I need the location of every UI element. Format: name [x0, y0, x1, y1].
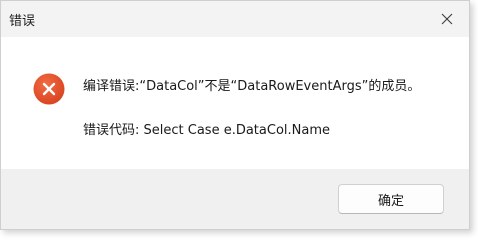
window-title: 错误	[9, 14, 36, 29]
ok-button[interactable]: 确定	[338, 184, 444, 214]
dialog-footer: 确定	[1, 169, 469, 229]
error-icon	[33, 73, 65, 105]
title-bar[interactable]: 错误	[1, 1, 469, 37]
error-code: 错误代码: Select Case e.DataCol.Name	[83, 123, 330, 138]
error-message: 编译错误:“DataCol”不是“DataRowEventArgs”的成员。	[83, 79, 421, 94]
message-area: 编译错误:“DataCol”不是“DataRowEventArgs”的成员。 错…	[1, 37, 469, 169]
close-icon	[441, 13, 453, 25]
close-button[interactable]	[431, 5, 463, 33]
error-dialog: 错误 编译错误:“DataCol”不是“DataRowEventArgs”的成员…	[0, 0, 470, 230]
